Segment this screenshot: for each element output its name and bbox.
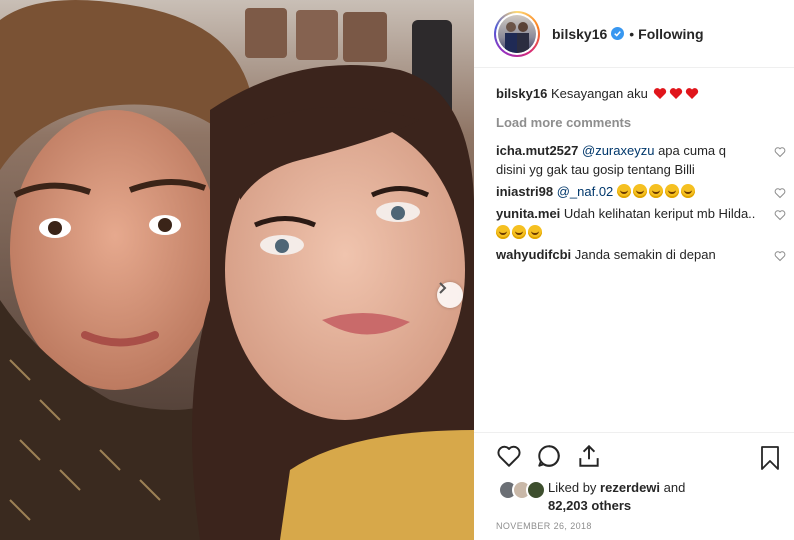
- likes-count-link[interactable]: 82,203 others: [548, 498, 631, 513]
- comment-item: yunita.mei Udah kelihatan keriput mb Hil…: [496, 204, 786, 242]
- liked-by-prefix: Liked by: [548, 480, 601, 495]
- laughing-emoji: [496, 225, 510, 239]
- comment-text: Janda semakin di depan: [571, 247, 716, 262]
- red-heart-emoji: [669, 86, 683, 105]
- liked-by-and: and: [660, 480, 686, 495]
- verified-badge-icon: [611, 27, 625, 40]
- red-heart-emoji: [653, 86, 667, 105]
- bookmark-icon[interactable]: [758, 445, 782, 471]
- laughing-emoji: [680, 184, 695, 198]
- comment-item: icha.mut2527 @zuraxeyzu apa cuma q disin…: [496, 141, 786, 179]
- likes-summary: Liked by rezerdewi and 82,203 others: [498, 479, 685, 515]
- comment-mention[interactable]: @_naf.02: [557, 184, 614, 199]
- like-comment-heart-icon[interactable]: [774, 146, 786, 158]
- comment-username[interactable]: yunita.mei: [496, 206, 560, 221]
- caption-text: Kesayangan aku: [550, 86, 648, 101]
- post-header: bilsky16 • Following: [474, 0, 794, 68]
- post-date[interactable]: NOVEMBER 26, 2018: [496, 521, 592, 531]
- post-photo[interactable]: [0, 0, 474, 540]
- comment-username[interactable]: wahyudifcbi: [496, 247, 571, 262]
- next-photo-button[interactable]: [437, 282, 463, 308]
- comment-mention[interactable]: @zuraxeyzu: [582, 143, 654, 158]
- post-actions: Liked by rezerdewi and 82,203 others NOV…: [474, 432, 794, 540]
- username-link[interactable]: bilsky16: [552, 26, 607, 42]
- selfie-image: [0, 0, 474, 540]
- comment-icon[interactable]: [536, 443, 562, 469]
- share-icon[interactable]: [576, 443, 602, 469]
- liker-username[interactable]: rezerdewi: [600, 480, 660, 495]
- comments-section: bilsky16 Kesayangan aku Load more commen…: [496, 84, 786, 267]
- laughing-emoji: [632, 184, 647, 198]
- caption-username[interactable]: bilsky16: [496, 86, 547, 101]
- avatar: [498, 14, 536, 53]
- laughing-emoji: [616, 184, 631, 198]
- separator-dot: •: [629, 25, 635, 42]
- liker-avatar: [526, 480, 546, 500]
- following-button[interactable]: Following: [638, 26, 703, 42]
- story-ring[interactable]: [494, 10, 540, 57]
- heart-icon[interactable]: [496, 443, 522, 469]
- like-comment-heart-icon[interactable]: [774, 209, 786, 221]
- red-heart-emoji: [685, 86, 699, 105]
- comment-username[interactable]: iniastri98: [496, 184, 553, 199]
- laughing-emoji: [648, 184, 663, 198]
- post-details-panel: bilsky16 • Following bilsky16 Kesayangan…: [474, 0, 794, 540]
- comment-text: Udah kelihatan keriput mb Hilda..: [560, 206, 756, 221]
- caption: bilsky16 Kesayangan aku: [496, 84, 786, 105]
- like-comment-heart-icon[interactable]: [774, 187, 786, 199]
- comment-item: wahyudifcbi Janda semakin di depan: [496, 245, 786, 264]
- load-more-comments-button[interactable]: Load more comments: [496, 113, 786, 132]
- comment-username[interactable]: icha.mut2527: [496, 143, 578, 158]
- laughing-emoji: [528, 225, 542, 239]
- laughing-emoji: [664, 184, 679, 198]
- laughing-emoji: [512, 225, 526, 239]
- next-arrow-icon: [439, 282, 447, 294]
- like-comment-heart-icon[interactable]: [774, 250, 786, 262]
- comment-item: iniastri98 @_naf.02: [496, 182, 786, 201]
